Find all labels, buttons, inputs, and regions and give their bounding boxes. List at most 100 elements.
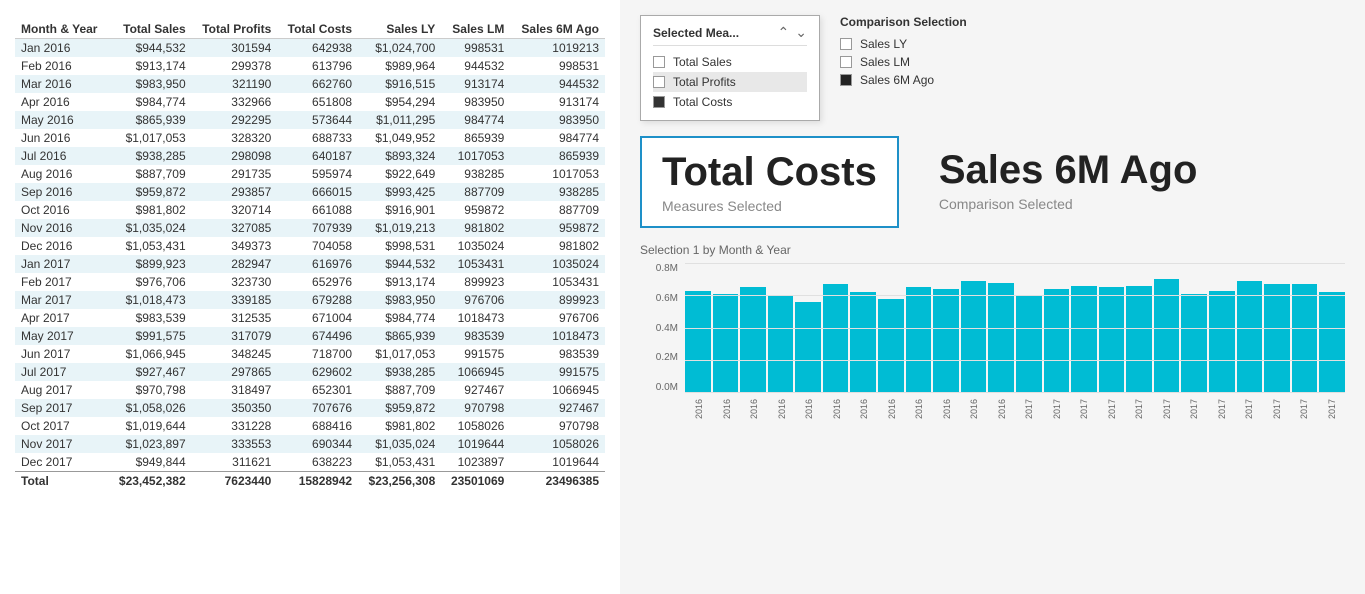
chart-bar: [1209, 291, 1235, 393]
table-cell: May 2017: [15, 327, 108, 345]
table-cell: 629602: [277, 363, 358, 381]
table-cell: Dec 2017: [15, 453, 108, 472]
table-row: Oct 2016$981,802320714661088$916,9019598…: [15, 201, 605, 219]
table-cell: Feb 2017: [15, 273, 108, 291]
table-cell: 328320: [192, 129, 278, 147]
table-cell: 293857: [192, 183, 278, 201]
sort-asc-icon[interactable]: ⌃: [778, 24, 790, 41]
table-cell: $887,709: [108, 165, 191, 183]
table-row: Dec 2017$949,844311621638223$1,053,43110…: [15, 453, 605, 472]
table-cell: $887,709: [358, 381, 441, 399]
table-cell: 1023897: [441, 453, 510, 472]
table-cell: 913174: [510, 93, 605, 111]
table-cell: 638223: [277, 453, 358, 472]
table-cell: 707939: [277, 219, 358, 237]
chart-x-label: 2017: [1153, 395, 1181, 423]
dropdown-checkbox[interactable]: [653, 56, 665, 68]
table-cell: 688733: [277, 129, 358, 147]
table-cell: 927467: [441, 381, 510, 399]
table-row: Oct 2017$1,019,644331228688416$981,80210…: [15, 417, 605, 435]
table-cell: $916,901: [358, 201, 441, 219]
sort-desc-icon[interactable]: ⌄: [795, 24, 807, 41]
table-cell: 959872: [510, 219, 605, 237]
dropdown-checkbox[interactable]: [653, 76, 665, 88]
table-row: Aug 2016$887,709291735595974$922,6499382…: [15, 165, 605, 183]
dropdown-item[interactable]: Total Sales: [653, 52, 807, 72]
table-cell: $1,035,024: [108, 219, 191, 237]
chart-bar: [1319, 292, 1345, 393]
total-cell: $23,256,308: [358, 472, 441, 491]
y-label-0.2m: 0.2M: [656, 352, 678, 363]
table-cell: $954,294: [358, 93, 441, 111]
chart-x-label: 2016: [933, 395, 961, 423]
table-cell: 981802: [510, 237, 605, 255]
table-cell: $959,872: [358, 399, 441, 417]
col-header-month: Month & Year: [15, 20, 108, 39]
comparison-checkbox[interactable]: [840, 56, 852, 68]
table-cell: Mar 2017: [15, 291, 108, 309]
dropdown-card-title: Selected Mea...: [653, 26, 739, 40]
data-table: Month & Year Total Sales Total Profits T…: [15, 20, 605, 490]
top-controls: Selected Mea... ⌃ ⌄ Total Sales Total Pro…: [640, 15, 1345, 121]
table-cell: $983,950: [358, 291, 441, 309]
comparison-items-list: Sales LY Sales LMSales 6M Ago: [840, 35, 967, 89]
dropdown-checkbox[interactable]: [653, 96, 665, 108]
table-cell: $983,950: [108, 75, 191, 93]
col-header-total-sales: Total Sales: [108, 20, 191, 39]
table-cell: 652301: [277, 381, 358, 399]
comparison-item[interactable]: Sales LY: [840, 35, 967, 53]
chart-x-label: 2017: [1070, 395, 1098, 423]
table-cell: 652976: [277, 273, 358, 291]
table-cell: 1018473: [441, 309, 510, 327]
table-cell: $984,774: [108, 93, 191, 111]
table-cell: 640187: [277, 147, 358, 165]
measure-dropdown-card[interactable]: Selected Mea... ⌃ ⌄ Total Sales Total Pro…: [640, 15, 820, 121]
chart-x-label: 2016: [768, 395, 796, 423]
table-cell: 1035024: [441, 237, 510, 255]
table-cell: 984774: [441, 111, 510, 129]
table-cell: 327085: [192, 219, 278, 237]
table-row: Dec 2016$1,053,431349373704058$998,53110…: [15, 237, 605, 255]
table-cell: 1017053: [510, 165, 605, 183]
table-row: Sep 2016$959,872293857666015$993,4258877…: [15, 183, 605, 201]
dropdown-item[interactable]: Total Costs: [653, 92, 807, 112]
table-cell: 865939: [510, 147, 605, 165]
kpi-measure-label: Measures Selected: [662, 198, 877, 214]
comparison-checkbox[interactable]: [840, 74, 852, 86]
comparison-item-label: Sales LY: [860, 37, 907, 51]
total-cell: $23,452,382: [108, 472, 191, 491]
table-row: Aug 2017$970,798318497652301$887,7099274…: [15, 381, 605, 399]
table-row: Feb 2017$976,706323730652976$913,1748999…: [15, 273, 605, 291]
table-row: Apr 2017$983,539312535671004$984,7741018…: [15, 309, 605, 327]
comparison-item[interactable]: Sales 6M Ago: [840, 71, 967, 89]
table-cell: 1019213: [510, 39, 605, 58]
table-cell: 998531: [510, 57, 605, 75]
col-header-sales-ly: Sales LY: [358, 20, 441, 39]
comparison-checkbox[interactable]: [840, 38, 852, 50]
dropdown-item-label: Total Costs: [673, 95, 732, 109]
table-cell: 984774: [510, 129, 605, 147]
table-cell: 970798: [510, 417, 605, 435]
dropdown-item[interactable]: Total Profits: [653, 72, 807, 92]
chart-bar: [1292, 284, 1318, 393]
col-header-sales-lm: Sales LM: [441, 20, 510, 39]
table-cell: Aug 2017: [15, 381, 108, 399]
table-cell: $1,066,945: [108, 345, 191, 363]
table-row: Feb 2016$913,174299378613796$989,9649445…: [15, 57, 605, 75]
table-cell: 976706: [510, 309, 605, 327]
table-cell: 1017053: [441, 147, 510, 165]
dropdown-card-icons: ⌃ ⌄: [778, 24, 807, 41]
total-cell: 23501069: [441, 472, 510, 491]
chart-x-label: 2017: [1290, 395, 1318, 423]
chart-bar: [1099, 287, 1125, 393]
dropdown-item-label: Total Sales: [673, 55, 732, 69]
table-cell: Aug 2016: [15, 165, 108, 183]
total-cell: 7623440: [192, 472, 278, 491]
table-cell: $913,174: [108, 57, 191, 75]
table-cell: 297865: [192, 363, 278, 381]
table-cell: 1053431: [510, 273, 605, 291]
table-cell: 899923: [441, 273, 510, 291]
table-cell: 938285: [441, 165, 510, 183]
table-cell: Jul 2016: [15, 147, 108, 165]
comparison-item[interactable]: Sales LM: [840, 53, 967, 71]
